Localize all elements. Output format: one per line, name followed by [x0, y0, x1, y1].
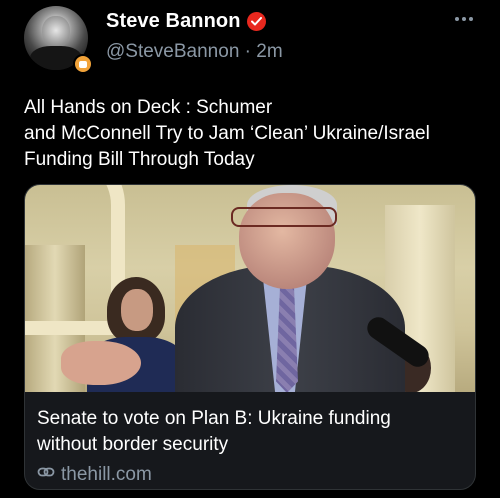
more-options-icon[interactable]: [452, 14, 476, 24]
link-icon: [37, 463, 55, 487]
author-name-row[interactable]: Steve Bannon: [106, 10, 266, 33]
tweet-text-line: and McConnell Try to Jam ‘Clean’ Ukraine…: [24, 123, 430, 144]
tweet-timestamp[interactable]: 2m: [256, 41, 282, 62]
link-preview-title[interactable]: Senate to vote on Plan B: Ukraine fundin…: [37, 406, 465, 458]
link-preview-image[interactable]: [25, 185, 475, 392]
author-handle[interactable]: @SteveBannon: [106, 41, 239, 62]
tweet-text-line: Funding Bill Through Today: [24, 149, 255, 170]
affiliation-badge-icon[interactable]: [73, 54, 93, 74]
author-avatar[interactable]: [24, 6, 93, 74]
separator-dot: ·: [244, 41, 251, 62]
tweet-text: All Hands on Deck : Schumer and McConnel…: [24, 95, 474, 173]
author-handle-row: @SteveBannon · 2m: [106, 41, 283, 63]
link-preview-domain[interactable]: thehill.com: [37, 463, 152, 487]
link-domain-text: thehill.com: [61, 464, 152, 485]
link-preview-card[interactable]: Senate to vote on Plan B: Ukraine fundin…: [24, 184, 476, 490]
link-preview-info[interactable]: Senate to vote on Plan B: Ukraine fundin…: [25, 392, 475, 489]
link-preview-title-line: Senate to vote on Plan B: Ukraine fundin…: [37, 408, 391, 429]
link-preview-title-line: without border security: [37, 434, 229, 455]
author-display-name[interactable]: Steve Bannon: [106, 10, 241, 33]
tweet-text-line: All Hands on Deck : Schumer: [24, 97, 273, 118]
verified-badge-icon[interactable]: [246, 12, 266, 31]
